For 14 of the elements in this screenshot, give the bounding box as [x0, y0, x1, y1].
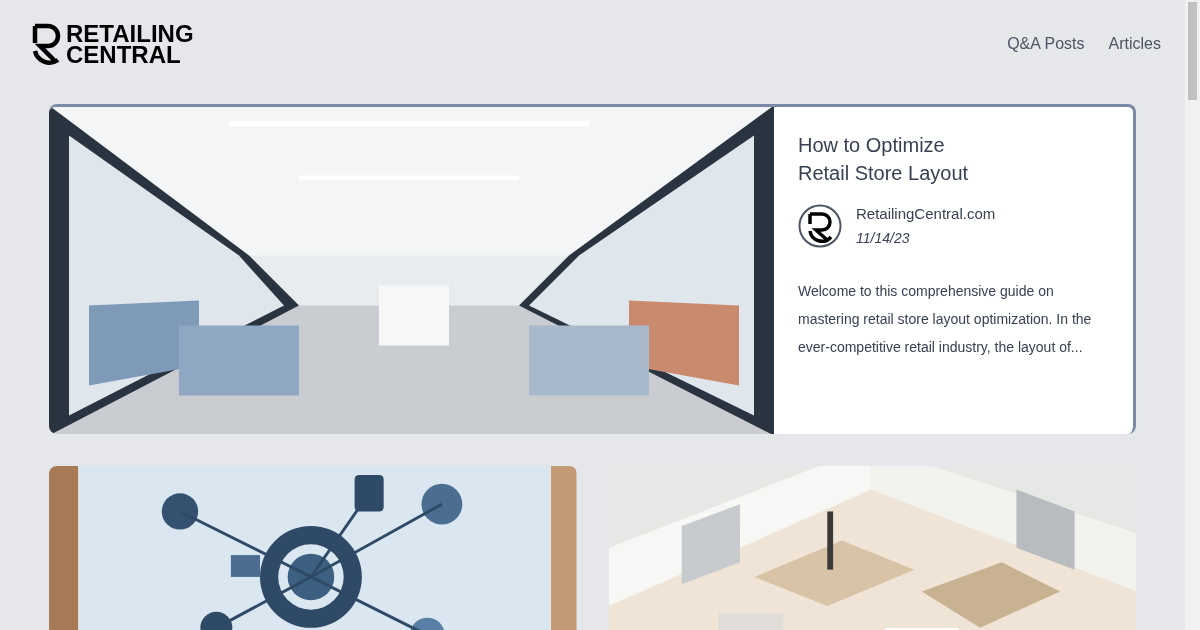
logo-text: CENTRAL [66, 44, 181, 65]
featured-card[interactable] [49, 104, 1136, 434]
author-name: RetailingCentral.com [856, 204, 996, 224]
post-title: Retail Store Layout [798, 161, 970, 186]
nav-link[interactable]: Q&A Posts [1007, 32, 1085, 56]
author-avatar-icon [798, 203, 842, 248]
logo-icon [32, 23, 62, 65]
post-date: 11/14/23 [856, 228, 911, 248]
scrollbar[interactable] [1185, 0, 1200, 630]
post-title: How to Optimize [798, 133, 946, 158]
nav-link[interactable]: Articles [1108, 32, 1161, 56]
post-excerpt: Welcome to this comprehensive guide on mastering retail store layout optimization. In the ever-competitive retail industry, the layout of... [798, 281, 1093, 357]
logo-text: RETAILING [66, 23, 194, 44]
scrollbar-thumb[interactable] [1188, 2, 1197, 100]
